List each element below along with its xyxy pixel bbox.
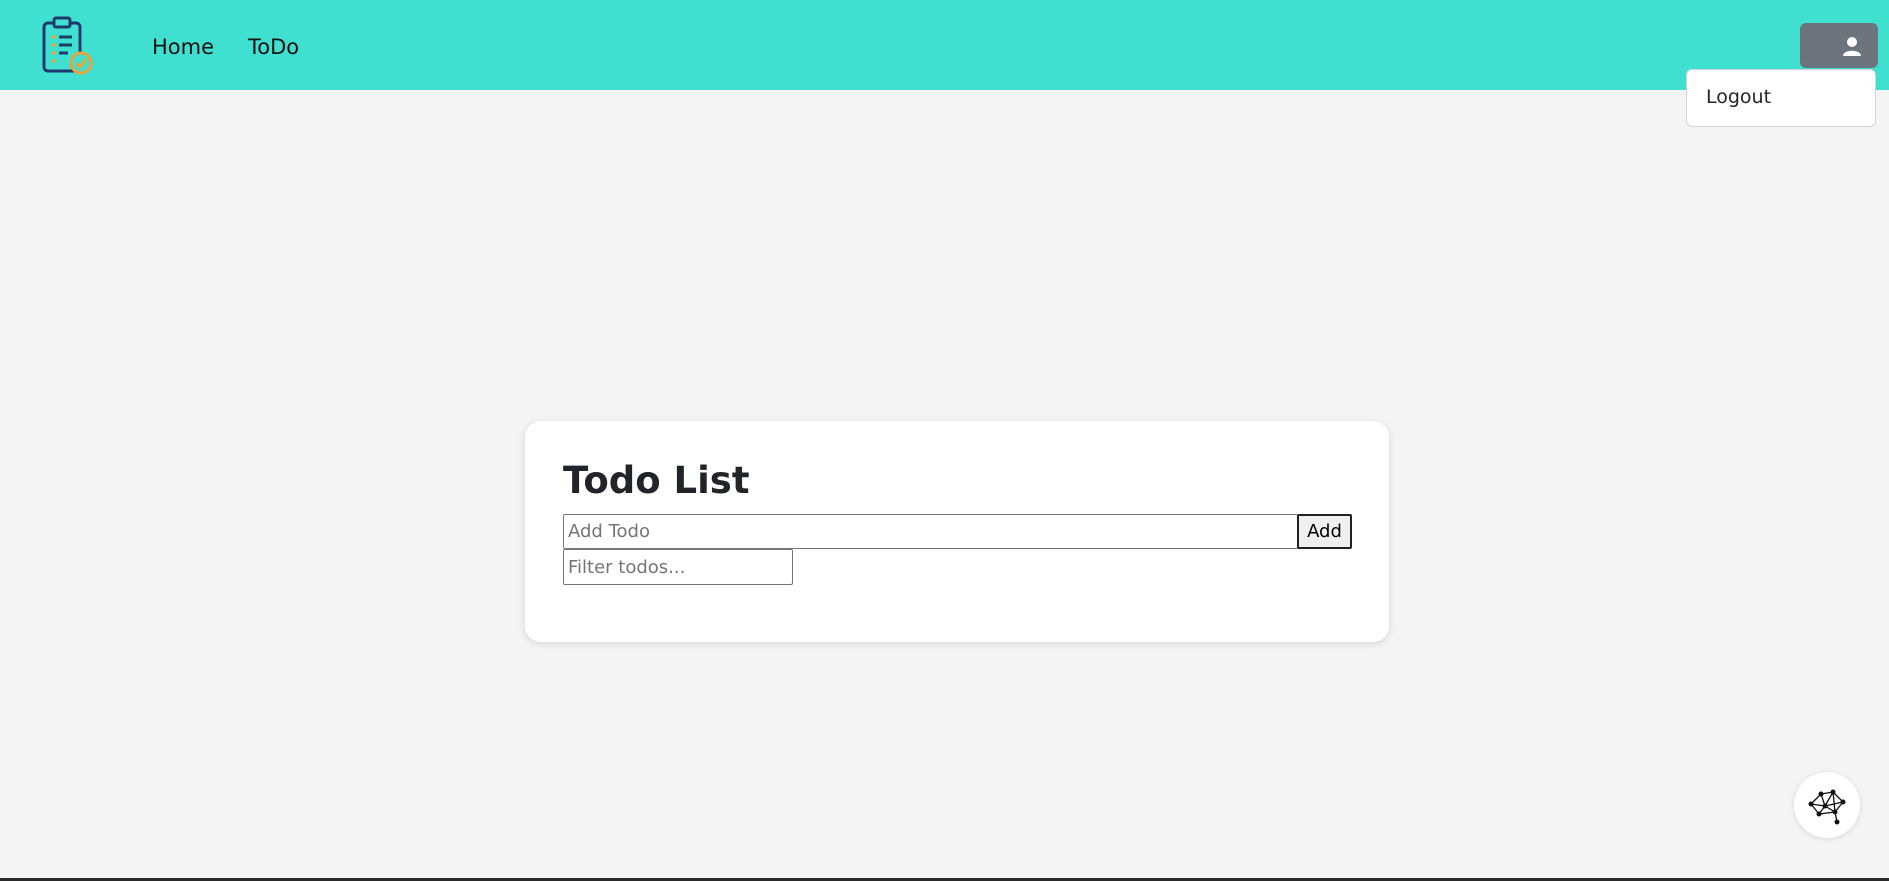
filter-todos-input[interactable] xyxy=(563,549,793,585)
floating-assistant-button[interactable] xyxy=(1794,772,1860,838)
add-todo-input[interactable] xyxy=(563,514,1298,549)
add-todo-button[interactable]: Add xyxy=(1297,514,1352,549)
user-dropdown-menu: Logout xyxy=(1686,69,1876,127)
nav-link-home[interactable]: Home xyxy=(152,33,214,61)
user-icon xyxy=(1843,37,1861,56)
nav-link-todo[interactable]: ToDo xyxy=(248,33,299,61)
clipboard-check-icon[interactable] xyxy=(40,15,96,77)
user-menu-button[interactable] xyxy=(1800,23,1878,68)
network-graph-icon xyxy=(1808,789,1846,825)
page-title: Todo List xyxy=(563,459,750,502)
navbar: Home ToDo xyxy=(0,0,1889,90)
logout-menu-item[interactable]: Logout xyxy=(1706,85,1771,109)
todo-card: Todo List Add xyxy=(525,421,1389,642)
